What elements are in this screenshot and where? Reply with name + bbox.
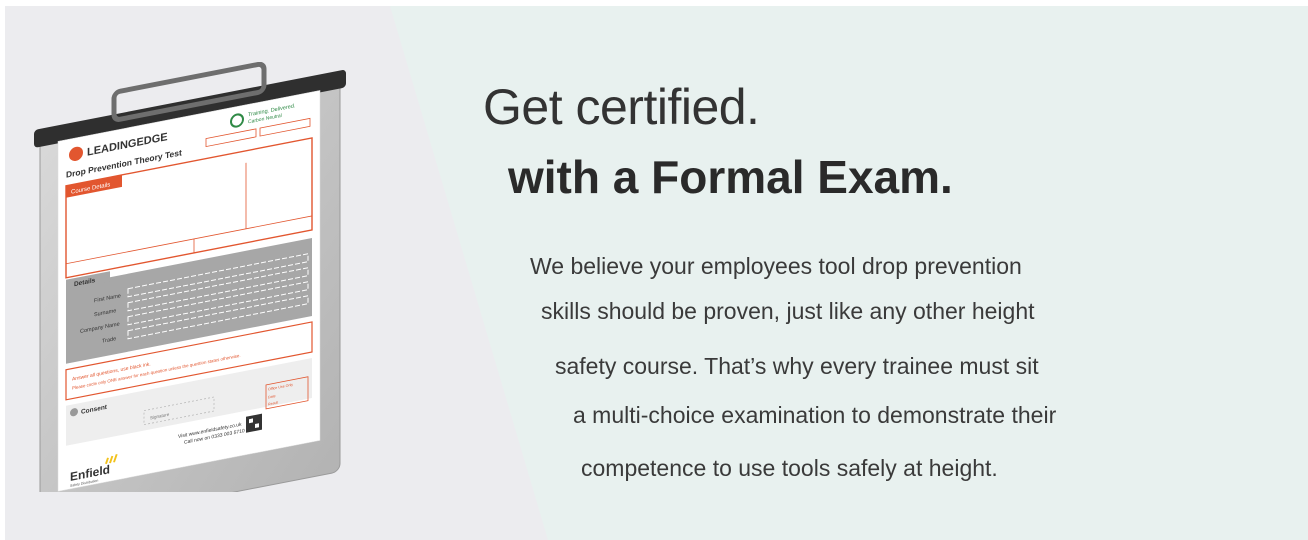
body-line: We believe your employees tool drop prev…: [530, 253, 1022, 279]
clipboard-image: LEADINGEDGE Training. Delivered. Carbon …: [0, 0, 480, 540]
qr-code-icon: [246, 413, 262, 433]
headline: Get certified.: [483, 79, 760, 135]
body-line: a multi-choice examination to demonstrat…: [573, 402, 1057, 428]
body-line: competence to use tools safely at height…: [581, 455, 998, 481]
subheadline: with a Formal Exam.: [508, 151, 953, 203]
clipboard-illustration: LEADINGEDGE Training. Delivered. Carbon …: [34, 62, 346, 492]
promo-banner: LEADINGEDGE Training. Delivered. Carbon …: [0, 0, 1308, 540]
body-line: skills should be proven, just like any o…: [541, 298, 1035, 324]
body-line: safety course. That’s why every trainee …: [555, 353, 1039, 379]
